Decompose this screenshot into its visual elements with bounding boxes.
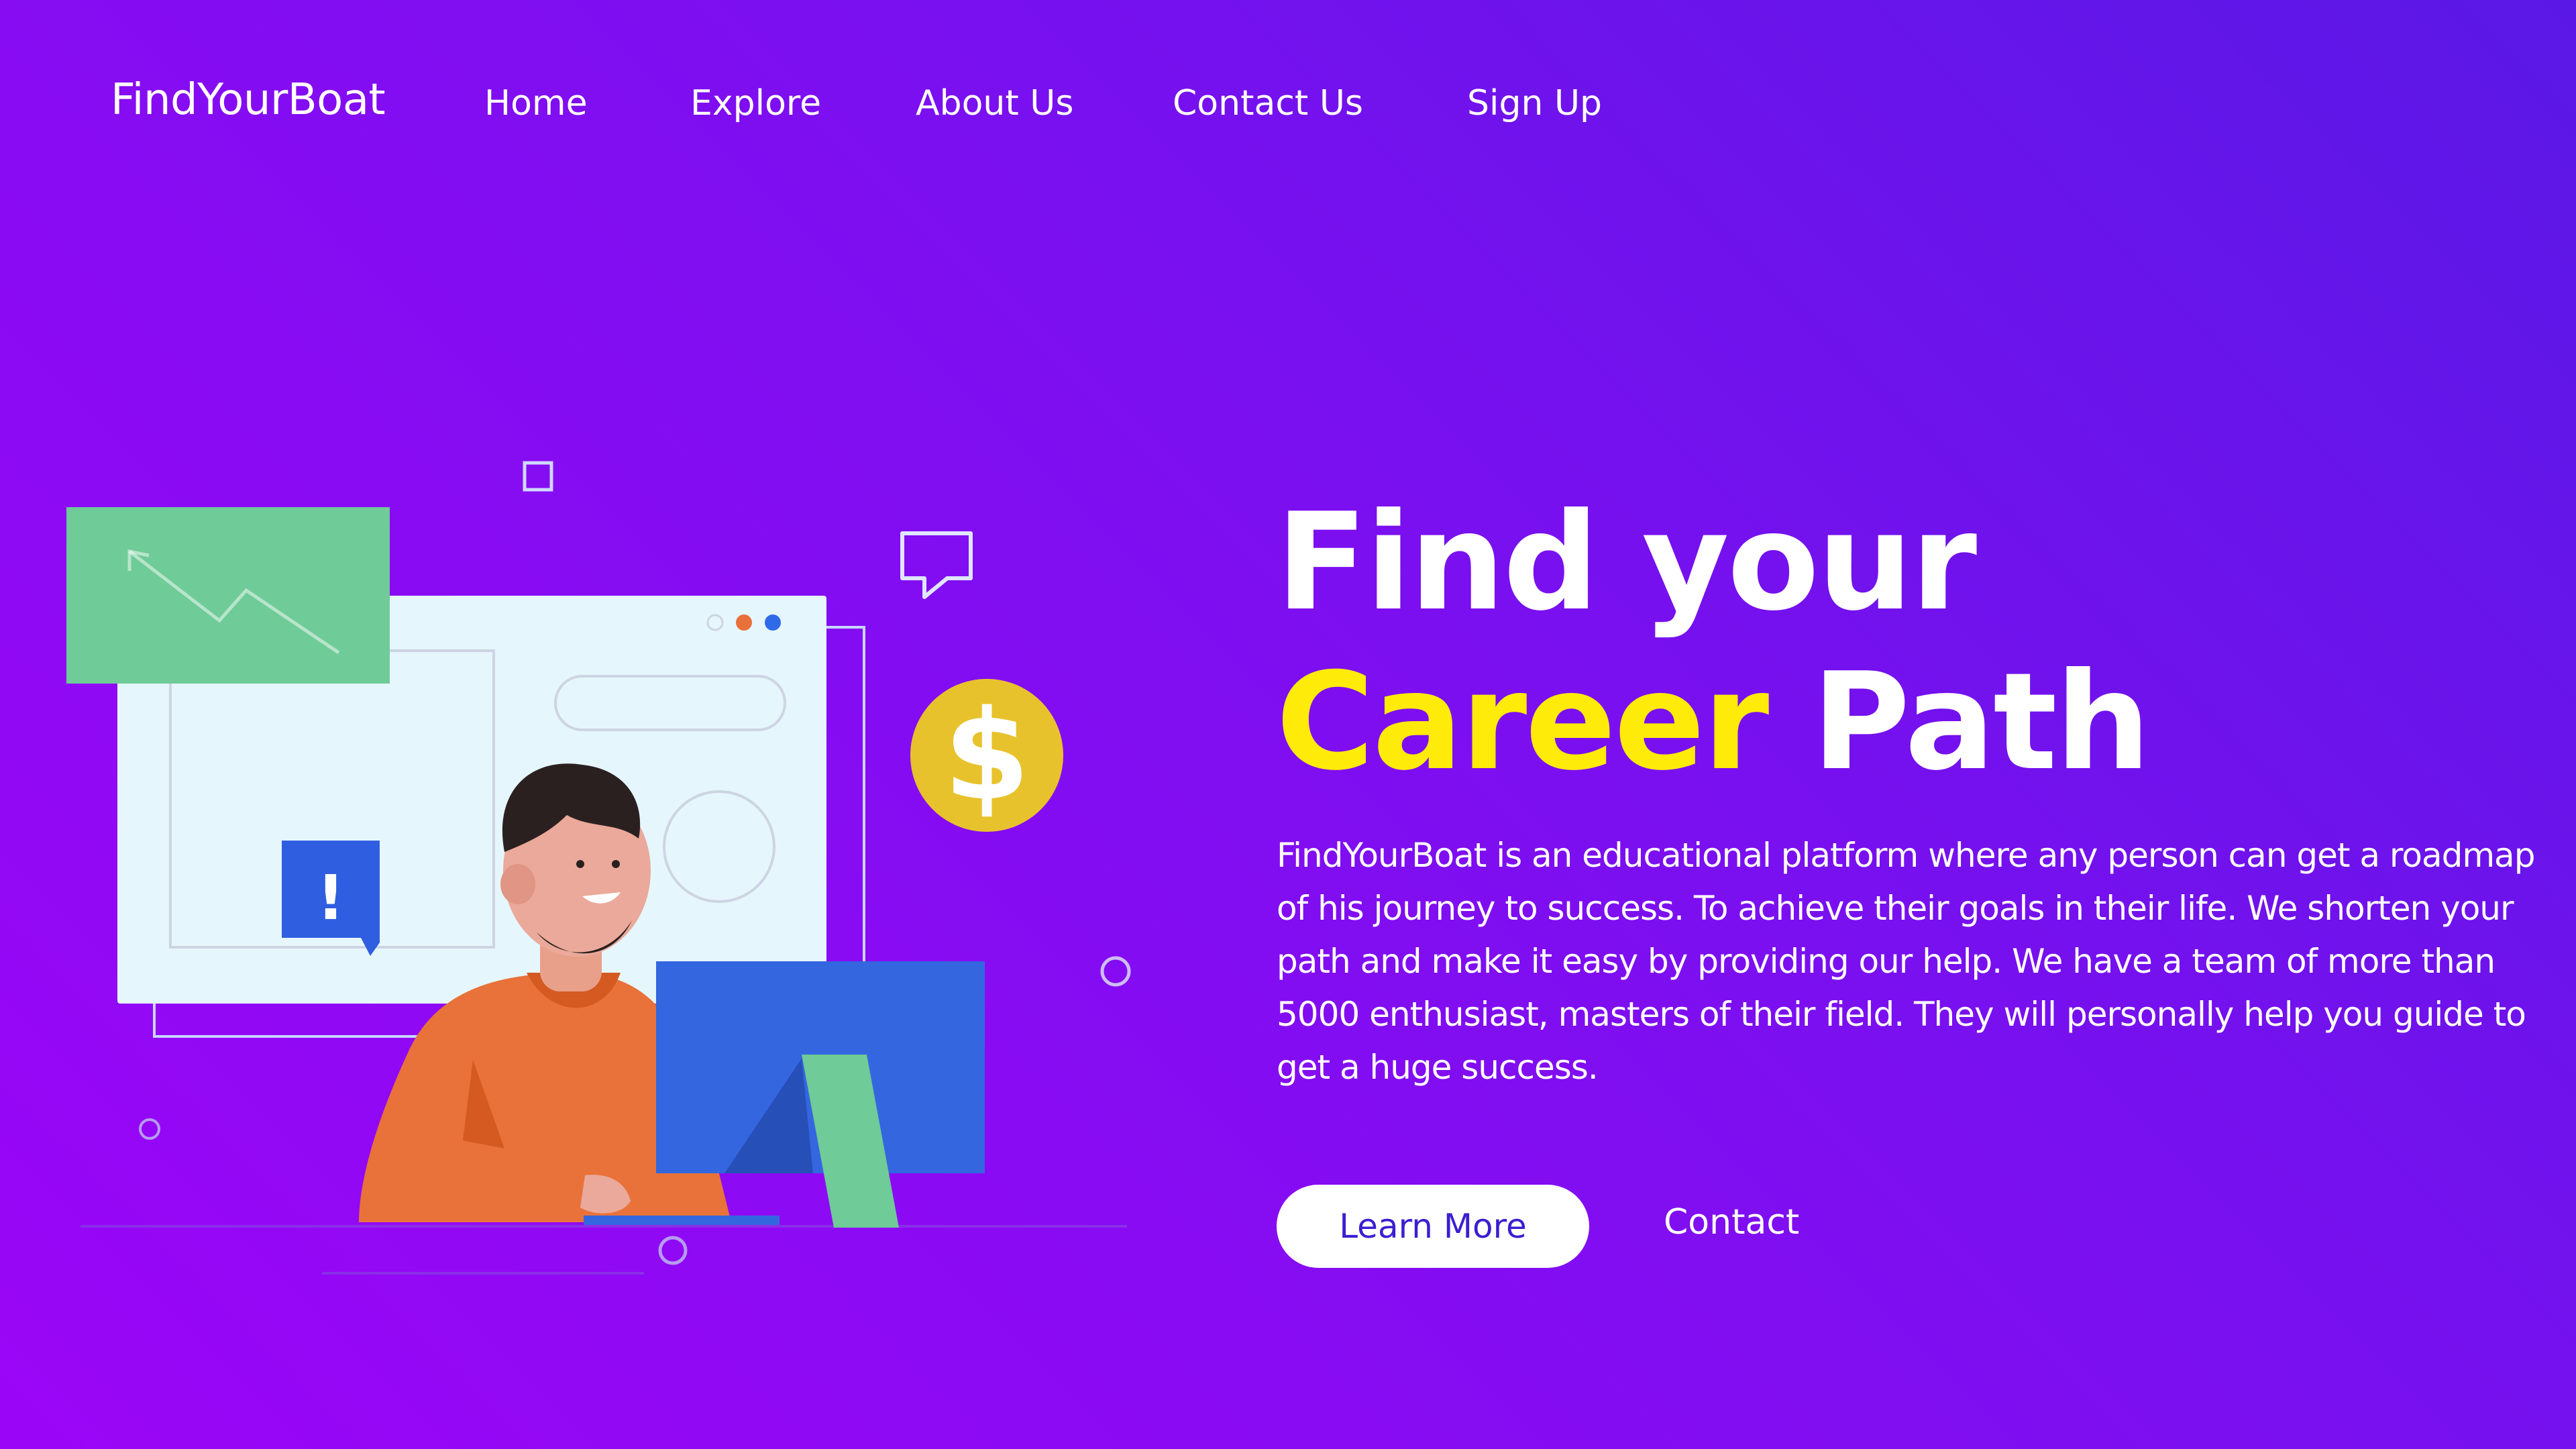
person-eye [612, 860, 620, 868]
nav-link-sign-up[interactable]: Sign Up [1467, 83, 1602, 123]
deco-circle-icon [139, 1118, 160, 1140]
contact-button[interactable]: Contact [1664, 1202, 1799, 1242]
hero-title-accent: Career [1276, 644, 1769, 800]
person-eye [576, 860, 584, 868]
nav-link-contact-us[interactable]: Contact Us [1173, 83, 1363, 123]
window-dot-icon [765, 614, 781, 631]
deco-circle-icon [658, 1236, 688, 1265]
browser-outline [824, 626, 865, 986]
window-dot-icon [736, 614, 752, 631]
keyboard [584, 1216, 780, 1225]
coin-symbol: $ [944, 683, 1030, 828]
hero-illustration: $ ! [66, 461, 1131, 1275]
deco-square-icon [523, 461, 553, 492]
deco-circle-icon [1100, 956, 1131, 987]
learn-more-button[interactable]: Learn More [1277, 1185, 1589, 1268]
hero-title-line-1: Find your [1276, 484, 1977, 641]
hero-title-rest: Path [1811, 644, 2151, 800]
speech-bubble-icon [900, 531, 973, 599]
alert-symbol: ! [317, 862, 345, 934]
hero-description: FindYourBoat is an educational platform … [1277, 836, 2535, 1087]
person-ear [500, 864, 535, 904]
hero-title: Find your Career Path [1276, 483, 2151, 802]
trend-chart-card [66, 507, 390, 684]
